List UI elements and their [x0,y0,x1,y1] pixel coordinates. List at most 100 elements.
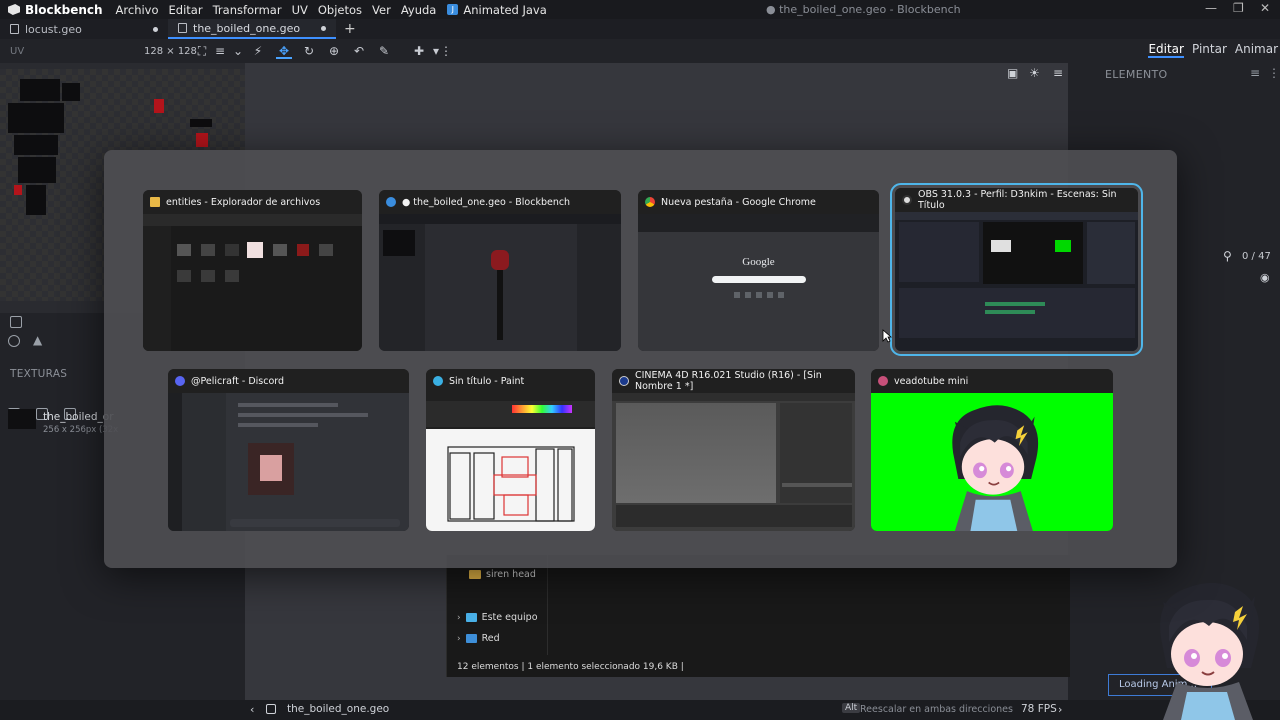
window-title: Nueva pestaña - Google Chrome [661,196,816,208]
switcher-window-explorer[interactable]: entities - Explorador de archivos [143,190,362,351]
pen-tool-icon[interactable]: ✎ [376,43,392,59]
mode-selector: Editar Pintar Animar [1148,42,1280,58]
texture-thumbnail[interactable] [8,409,36,429]
search-icon[interactable]: ⚲ [1223,249,1232,263]
chevron-down-icon[interactable]: ⌄ [230,43,246,59]
window-header: OBS 31.0.3 - Perfil: D3nkim - Escenas: S… [895,188,1138,212]
veadotube-app-icon [878,376,888,386]
maximize-icon[interactable]: ❐ [1233,1,1244,15]
menu-uv[interactable]: UV [287,3,313,17]
vtuber-avatar-preview [952,405,1039,531]
window-title: Sin título - Paint [449,375,525,387]
window-thumbnail [143,214,362,351]
window-header: Nueva pestaña - Google Chrome [638,190,879,214]
window-header: Sin título - Paint [426,369,595,393]
vtuber-avatar-overlay [1160,582,1260,720]
menu-lines-icon[interactable]: ≡ [1053,66,1063,80]
chevron-left-icon[interactable]: ‹ [250,703,254,716]
switcher-window-chrome[interactable]: Nueva pestaña - Google Chrome Google [638,190,879,351]
window-thumbnail [612,393,855,531]
menu-archivo[interactable]: Archivo [111,3,164,17]
status-file-name: the_boiled_one.geo [287,703,390,715]
menu-transformar[interactable]: Transformar [208,3,287,17]
computer-icon [465,613,477,622]
menu-animated-java[interactable]: J Animated Java [441,3,547,17]
tab-label: the_boiled_one.geo [193,21,301,35]
unsaved-dot-icon [321,25,326,31]
bend-tool-icon[interactable]: ↶ [351,43,367,59]
switcher-window-veadotube[interactable]: veadotube mini [871,369,1113,531]
rotate-tool-icon[interactable]: ↻ [301,43,317,59]
image-icon[interactable]: ▣ [1007,66,1018,80]
vertex-snap-icon[interactable]: ⚡ [250,43,266,59]
copy-icon[interactable] [10,316,22,328]
menu-lines-icon[interactable]: ≡ [212,43,228,59]
chevron-right-icon: › [457,612,461,623]
switcher-window-paint[interactable]: Sin título - Paint [426,369,595,531]
element-count: 0 / 47 [1242,251,1271,262]
switcher-window-discord[interactable]: @Pelicraft - Discord [168,369,409,531]
window-header: entities - Explorador de archivos [143,190,362,214]
sun-icon[interactable]: ☀ [1029,66,1040,80]
item-label: Este equipo [481,612,538,623]
file-icon [178,23,187,33]
mode-pintar[interactable]: Pintar [1192,42,1227,58]
fullscreen-icon[interactable]: ⛶ [194,43,210,59]
discord-app-icon [175,376,185,386]
textures-section-label: TEXTURAS [10,368,68,380]
window-title: CINEMA 4D R16.021 Studio (R16) - [Sin No… [635,370,822,392]
minimize-icon[interactable]: — [1205,1,1217,15]
tab-locust[interactable]: locust.geo [0,19,168,39]
explorer-window-fragment: siren head › Este equipo › Red 12 elemen… [446,555,1070,677]
fps-counter: 78 FPS [1021,703,1057,715]
menubar: Blockbench Archivo Editar Transformar UV… [0,0,1280,19]
eye-icon[interactable]: ◉ [1260,271,1270,284]
statusbar: ‹ the_boiled_one.geo Alt Reescalar en am… [0,700,1280,720]
window-switcher: entities - Explorador de archivos ● the_… [104,150,1177,568]
more-vert-icon[interactable]: ⋮ [1268,66,1280,80]
warning-icon[interactable]: ▲ [33,333,42,347]
google-logo: Google [742,256,775,268]
window-thumbnail [871,393,1113,531]
switcher-window-cinema4d[interactable]: CINEMA 4D R16.021 Studio (R16) - [Sin No… [612,369,855,531]
move-tool-icon[interactable]: ✥ [276,43,292,59]
uv-panel-label: UV [10,46,25,57]
menu-lines-icon[interactable]: ≡ [1250,66,1260,80]
app-logo[interactable]: Blockbench [0,3,111,17]
explorer-item-red[interactable]: › Red [457,633,500,644]
switcher-window-blockbench[interactable]: ● the_boiled_one.geo - Blockbench [379,190,621,351]
animated-java-icon: J [447,4,459,15]
menu-editar[interactable]: Editar [164,3,208,17]
alt-key-badge: Alt [842,703,861,713]
close-icon[interactable]: ✕ [1260,1,1270,15]
file-icon [266,704,276,714]
mode-editar[interactable]: Editar [1148,42,1184,58]
link-icon[interactable] [8,335,20,347]
switcher-window-obs[interactable]: OBS 31.0.3 - Perfil: D3nkim - Escenas: S… [890,183,1143,356]
pivot-tool-icon[interactable]: ⊕ [326,43,342,59]
new-tab-icon[interactable]: + [336,19,364,39]
window-thumbnail [426,393,595,531]
explorer-item-este-equipo[interactable]: › Este equipo [457,612,538,623]
tab-label: locust.geo [25,22,82,36]
window-thumbnail [168,393,409,531]
status-hint: Reescalar en ambas direcciones [860,704,1013,715]
menu-ver[interactable]: Ver [367,3,396,17]
menu-objetos[interactable]: Objetos [313,3,367,17]
uv-resolution[interactable]: 128 × 128 [144,46,197,57]
texture-name[interactable]: the_boiled_or [43,411,114,423]
more-vert-icon[interactable]: ⋮ [438,43,454,59]
folder-icon [469,570,481,579]
window-header: @Pelicraft - Discord [168,369,409,393]
mode-animar[interactable]: Animar [1235,42,1278,58]
item-label: Red [481,633,500,644]
tab-the-boiled-one[interactable]: the_boiled_one.geo [168,19,336,39]
menu-ayuda[interactable]: Ayuda [396,3,442,17]
explorer-item-siren-head[interactable]: siren head [469,569,536,580]
chevron-right-icon[interactable]: › [1058,703,1062,716]
obs-app-icon [902,195,912,205]
cinema4d-app-icon [619,376,629,386]
transform-space-icon[interactable]: ✚ [411,43,427,59]
blockbench-app-icon [386,197,396,207]
window-title: ● the_boiled_one.geo - Blockbench [402,196,571,208]
